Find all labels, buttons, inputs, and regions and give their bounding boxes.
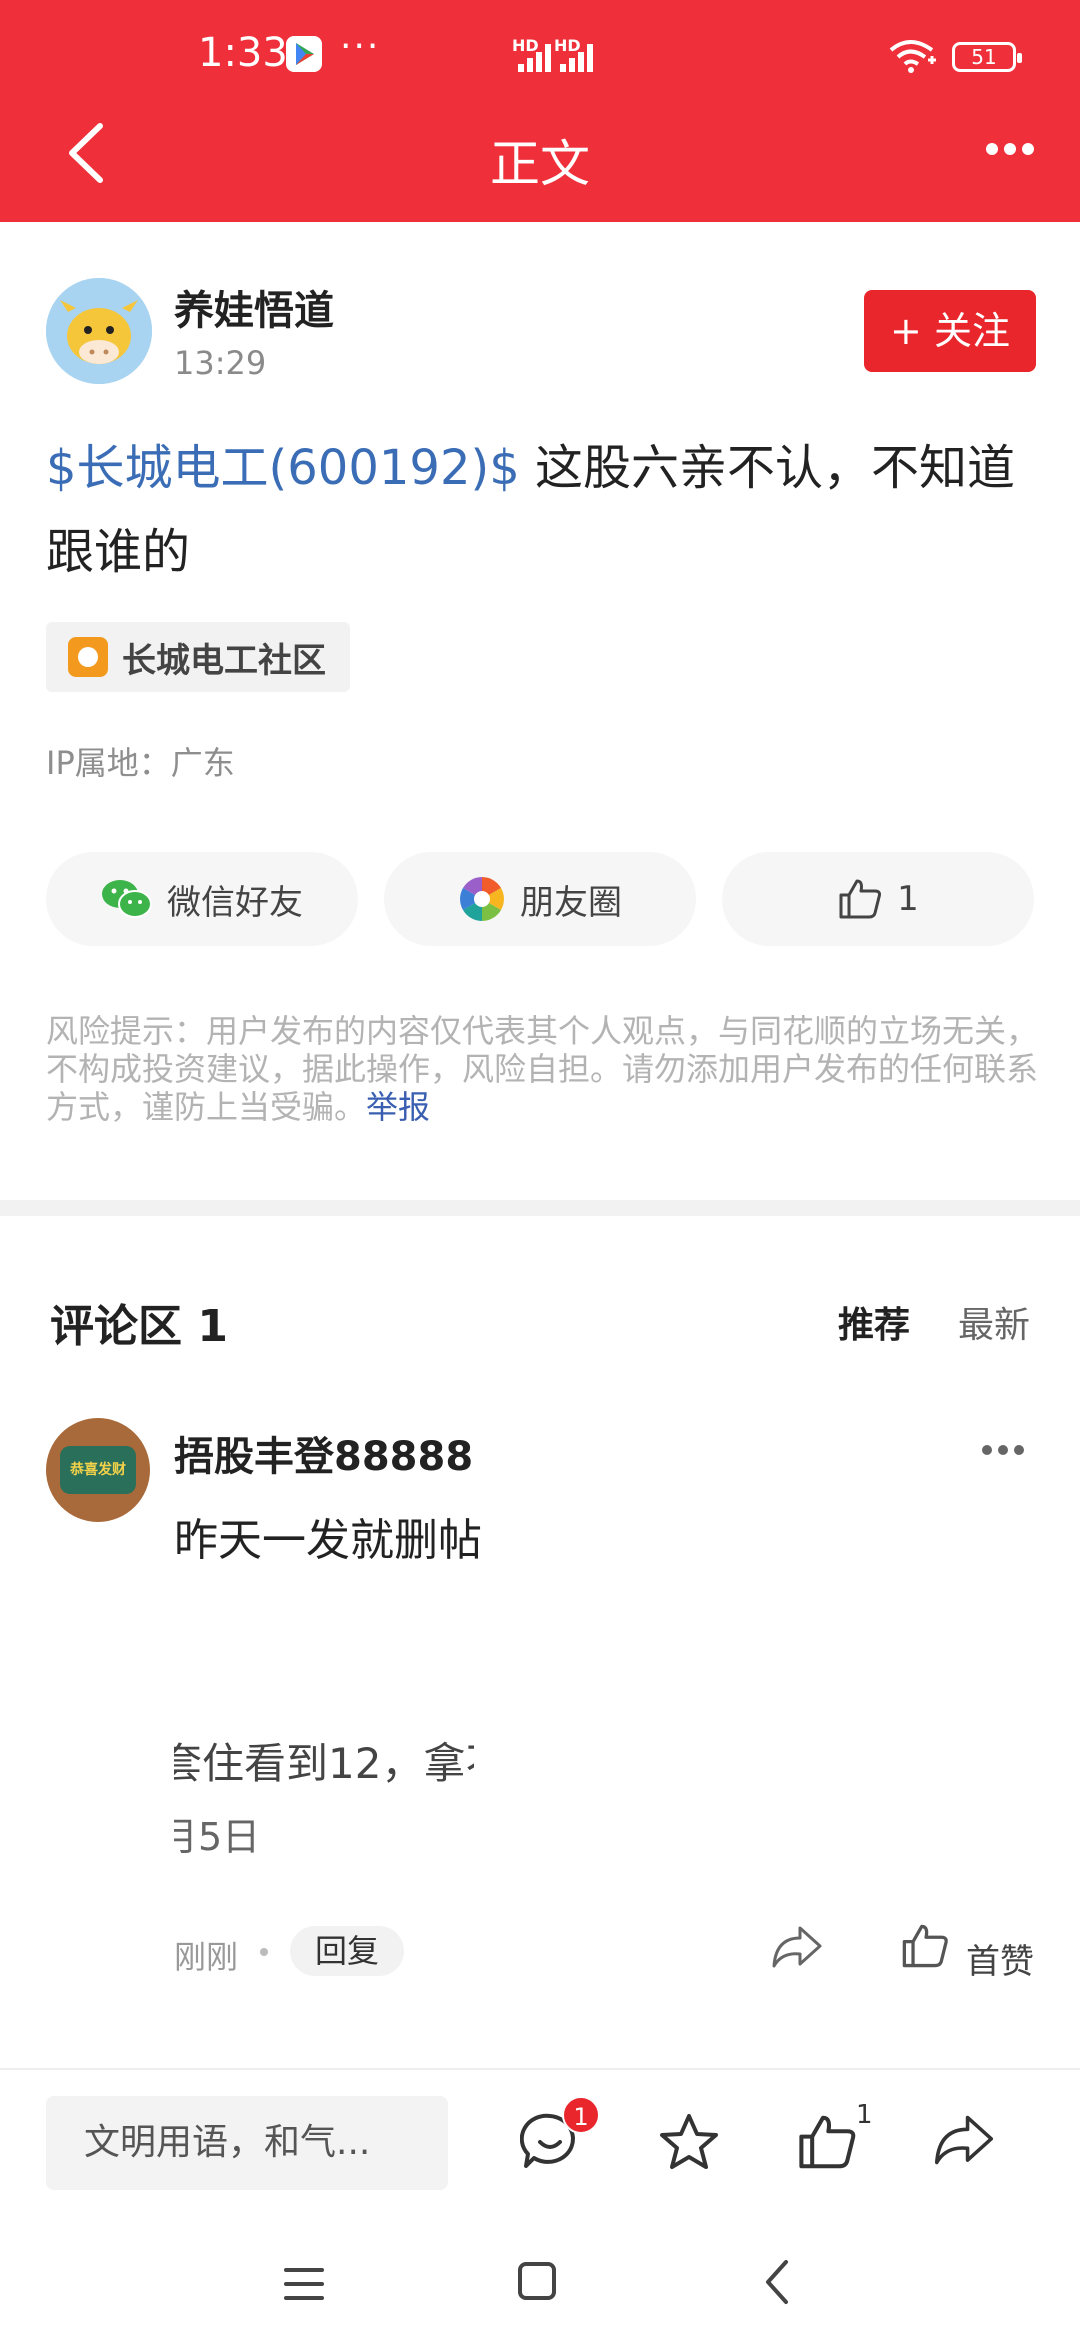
post-content: $长城电工(600192)$ 这股六亲不认，不知道跟谁的	[46, 426, 1036, 594]
commenter-avatar-text: 恭喜发财	[60, 1446, 136, 1494]
share-wechat-label: 微信好友	[167, 882, 303, 923]
risk-notice: 风险提示：用户发布的内容仅代表其个人观点，与同花顺的立场无关，不构成投资建议，据…	[46, 1012, 1040, 1126]
author-name[interactable]: 养娃悟道	[174, 278, 334, 336]
top-header: 1:33 ··· HD HD 51 正文	[0, 0, 1080, 222]
comment-more-button[interactable]	[982, 1440, 1042, 1460]
more-button[interactable]	[986, 140, 1046, 170]
moments-icon	[460, 877, 504, 921]
author-avatar[interactable]	[46, 278, 152, 384]
wechat-icon	[102, 880, 152, 918]
post-time: 13:29	[174, 344, 267, 382]
commenter-name[interactable]: 捂股丰登88888	[174, 1424, 473, 1482]
commenter-avatar[interactable]: 恭喜发财	[46, 1418, 150, 1522]
cow-avatar-icon	[46, 278, 152, 384]
thumbs-up-icon	[902, 1924, 948, 1968]
risk-text: 风险提示：用户发布的内容仅代表其个人观点，与同花顺的立场无关，不构成投资建议，据…	[46, 1012, 1039, 1126]
reply-button[interactable]: 回复	[290, 1926, 404, 1976]
page-title: 正文	[490, 135, 590, 193]
star-icon	[660, 2114, 718, 2169]
share-button[interactable]	[932, 2112, 996, 2172]
bottom-action-bar: 文明用语，和气... 1 1	[0, 2068, 1080, 2218]
community-tag[interactable]: 长城电工社区	[46, 622, 350, 692]
signal-icon-1	[514, 44, 554, 72]
comment-time: 刚刚	[174, 1938, 239, 1976]
status-bar: 1:33 ··· HD HD 51	[0, 26, 1080, 90]
like-button[interactable]	[796, 2112, 858, 2176]
comment-share-button[interactable]	[770, 1924, 824, 1974]
wifi-icon	[888, 38, 938, 78]
sort-latest-tab[interactable]: 最新	[958, 1296, 1030, 1348]
share-moments-button[interactable]: 朋友圈	[384, 852, 696, 946]
like-post-button[interactable]: 1	[722, 852, 1034, 946]
quote-line-2: 月5日	[174, 1815, 261, 1859]
battery-icon: 51	[952, 42, 1022, 72]
comment-input[interactable]: 文明用语，和气...	[46, 2096, 448, 2190]
follow-button[interactable]: + 关注	[864, 290, 1036, 372]
comments-title: 评论区 1	[50, 1301, 228, 1352]
sort-recommended-tab[interactable]: 推荐	[838, 1296, 910, 1348]
thumbs-up-icon	[839, 879, 882, 919]
section-divider	[0, 1200, 1080, 1216]
share-arrow-icon	[772, 1926, 822, 1968]
like-post-count: 1	[897, 879, 919, 919]
status-more-dots: ···	[340, 26, 381, 67]
share-wechat-button[interactable]: 微信好友	[46, 852, 358, 946]
report-link[interactable]: 举报	[366, 1088, 430, 1126]
stock-tag-link[interactable]: $长城电工(600192)$	[46, 440, 520, 496]
comment-text: 昨天一发就删帖	[174, 1515, 482, 1566]
share-arrow-icon	[934, 2115, 994, 2165]
share-moments-label: 朋友圈	[520, 882, 622, 923]
like-count: 1	[856, 2100, 873, 2130]
community-label: 长城电工社区	[122, 640, 326, 681]
comment-quote-preview[interactable]: 套住看到12，拿不 月5日	[174, 1720, 474, 1860]
more-dots-icon	[982, 1440, 1030, 1459]
comment-like-label[interactable]: 首赞	[966, 1934, 1034, 1983]
recent-apps-icon[interactable]	[284, 2268, 324, 2310]
play-store-icon	[286, 36, 322, 72]
comment-like-button[interactable]	[900, 1922, 950, 1974]
favorite-button[interactable]	[658, 2112, 720, 2176]
system-back-icon[interactable]	[762, 2258, 792, 2310]
system-nav-bar	[0, 2218, 1080, 2340]
separator-dot	[260, 1948, 268, 1956]
quote-line-1: 套住看到12，拿不	[174, 1739, 474, 1788]
community-icon	[68, 637, 108, 677]
status-time: 1:33	[198, 30, 288, 76]
more-dots-icon	[986, 140, 1040, 159]
thumbs-up-icon	[799, 2115, 856, 2169]
home-icon[interactable]	[518, 2262, 556, 2300]
signal-icon-2	[556, 44, 596, 72]
comment-count-badge: 1	[562, 2096, 600, 2134]
ip-location: IP属地：广东	[46, 744, 235, 782]
